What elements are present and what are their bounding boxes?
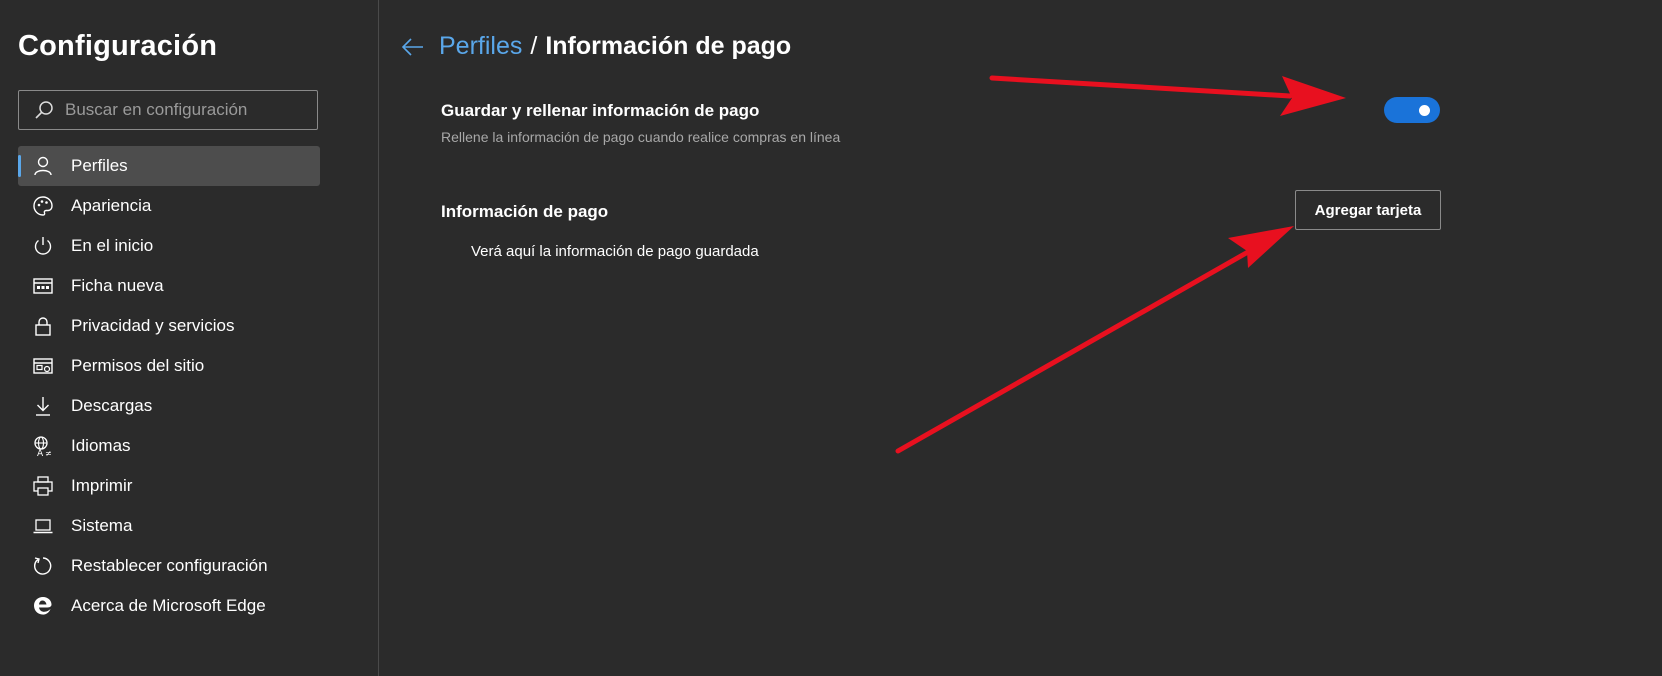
svg-text:A: A [37,449,44,457]
sidebar-nav: Perfiles Apariencia En el inicio Ficha n… [18,146,320,626]
sidebar-item-label: Ficha nueva [71,276,164,295]
sidebar-item-idiomas[interactable]: A ≠ Idiomas [18,426,320,466]
site-permissions-icon [31,354,55,378]
sidebar-item-inicio[interactable]: En el inicio [18,226,320,266]
sidebar-item-label: Perfiles [71,156,128,175]
sidebar-item-label: Descargas [71,396,153,415]
breadcrumb-parent-link[interactable]: Perfiles [439,32,522,61]
sidebar-item-label: Permisos del sitio [71,356,205,375]
payment-empty-state: Verá aquí la información de pago guardad… [471,243,759,260]
laptop-icon [31,514,55,538]
sidebar-item-imprimir[interactable]: Imprimir [18,466,320,506]
sidebar-item-label: Restablecer configuración [71,556,268,575]
settings-window: Configuración Perfiles Apariencia [0,0,1662,676]
sidebar-item-label: Apariencia [71,196,152,215]
sidebar-item-acerca[interactable]: Acerca de Microsoft Edge [18,586,320,626]
search-icon [33,99,55,121]
svg-text:≠: ≠ [45,449,52,457]
search-box[interactable] [18,90,318,130]
lock-icon [31,314,55,338]
breadcrumb: Perfiles / Información de pago [399,32,791,61]
sidebar-item-perfiles[interactable]: Perfiles [18,146,320,186]
back-arrow-icon[interactable] [399,33,427,61]
sidebar: Configuración Perfiles Apariencia [0,0,379,676]
sidebar-item-privacidad[interactable]: Privacidad y servicios [18,306,320,346]
sidebar-item-label: Privacidad y servicios [71,316,235,335]
breadcrumb-separator: / [530,32,538,60]
sidebar-item-label: Acerca de Microsoft Edge [71,596,266,615]
save-payment-setting-title: Guardar y rellenar información de pago [441,101,760,120]
printer-icon [31,474,55,498]
palette-icon [31,194,55,218]
sidebar-title: Configuración [18,30,218,62]
search-input[interactable] [65,100,285,120]
language-icon: A ≠ [31,434,55,458]
edge-logo-icon [31,594,55,618]
power-icon [31,234,55,258]
payment-info-section-title: Información de pago [441,202,609,221]
new-tab-icon [31,274,55,298]
reset-icon [31,554,55,578]
sidebar-item-permisos[interactable]: Permisos del sitio [18,346,320,386]
save-payment-toggle[interactable] [1384,97,1440,123]
sidebar-item-descargas[interactable]: Descargas [18,386,320,426]
sidebar-item-ficha-nueva[interactable]: Ficha nueva [18,266,320,306]
sidebar-item-label: Imprimir [71,476,133,495]
sidebar-item-restablecer[interactable]: Restablecer configuración [18,546,320,586]
sidebar-item-apariencia[interactable]: Apariencia [18,186,320,226]
toggle-knob [1419,105,1430,116]
main-content: Perfiles / Información de pago Guardar y… [379,0,1662,676]
sidebar-item-label: En el inicio [71,236,154,255]
sidebar-item-sistema[interactable]: Sistema [18,506,320,546]
sidebar-item-label: Sistema [71,516,133,535]
save-payment-setting-description: Rellene la información de pago cuando re… [441,129,841,145]
sidebar-item-label: Idiomas [71,436,131,455]
page-title: Información de pago [545,32,792,60]
add-card-button[interactable]: Agregar tarjeta [1295,190,1441,230]
download-icon [31,394,55,418]
person-icon [31,154,55,178]
